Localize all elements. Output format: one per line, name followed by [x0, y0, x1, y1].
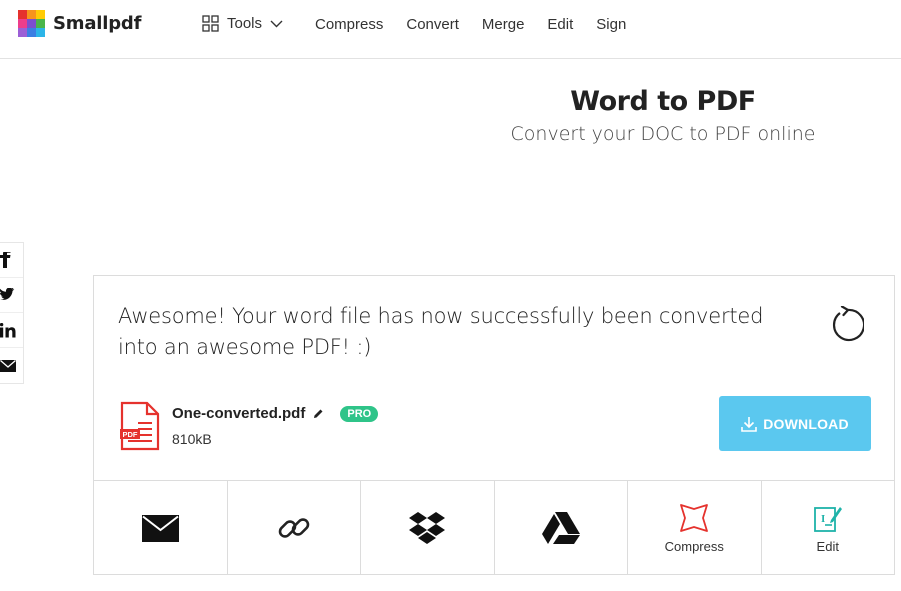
share-twitter-button[interactable] — [0, 278, 23, 313]
smallpdf-logo-icon — [18, 10, 45, 37]
nav-merge[interactable]: Merge — [482, 16, 525, 33]
page-subtitle: Convert your DOC to PDF online — [510, 123, 816, 145]
google-drive-icon — [541, 512, 580, 544]
nav-convert[interactable]: Convert — [406, 16, 459, 33]
download-button[interactable]: DOWNLOAD — [719, 396, 871, 451]
nav-edit[interactable]: Edit — [547, 16, 573, 33]
edit-action[interactable]: I Edit — [762, 481, 895, 575]
download-label: DOWNLOAD — [763, 415, 849, 432]
success-message: Awesome! Your word file has now successf… — [118, 304, 764, 359]
share-linkedin-button[interactable] — [0, 313, 23, 348]
restart-icon[interactable] — [828, 306, 864, 342]
linkedin-icon — [0, 322, 16, 337]
dropbox-action[interactable] — [361, 481, 495, 575]
mail-icon — [0, 359, 16, 372]
file-name-row: One-converted.pdf PRO — [172, 405, 379, 422]
tools-label: Tools — [227, 15, 263, 32]
nav-compress[interactable]: Compress — [315, 16, 383, 33]
share-facebook-button[interactable] — [0, 243, 23, 278]
chevron-down-icon — [270, 20, 283, 27]
facebook-icon — [0, 252, 11, 268]
pdf-file-icon: PDF — [120, 401, 160, 451]
file-size: 810kB — [172, 431, 212, 447]
dropbox-icon — [409, 512, 446, 544]
edit-icon: I — [813, 506, 842, 532]
email-icon — [141, 514, 179, 542]
google-drive-action[interactable] — [495, 481, 628, 575]
pdf-badge-text: PDF — [123, 430, 138, 439]
link-icon — [278, 518, 310, 538]
email-action[interactable] — [94, 481, 228, 575]
tools-menu[interactable]: Tools — [202, 15, 283, 32]
pro-badge: PRO — [340, 405, 379, 422]
grid-icon — [202, 15, 219, 32]
svg-text:I: I — [821, 513, 825, 525]
edit-label: Edit — [816, 538, 839, 554]
social-share-bar — [0, 242, 24, 384]
nav-sign[interactable]: Sign — [596, 16, 626, 33]
top-header: Smallpdf Tools Compress Convert Merge Ed… — [0, 0, 901, 59]
compress-label: Compress — [664, 538, 724, 554]
compress-action[interactable]: Compress — [628, 481, 762, 575]
download-icon — [741, 416, 758, 432]
share-link-action[interactable] — [228, 481, 361, 575]
compress-icon — [680, 503, 709, 532]
rename-pencil-icon[interactable] — [313, 408, 324, 419]
smallpdf-logo[interactable]: Smallpdf — [18, 10, 141, 37]
brand-name: Smallpdf — [53, 13, 142, 34]
twitter-icon — [0, 288, 15, 300]
file-name: One-converted.pdf — [172, 405, 306, 422]
main-nav: Compress Convert Merge Edit Sign — [315, 16, 626, 33]
share-mail-button[interactable] — [0, 348, 23, 383]
page-title: Word to PDF — [570, 86, 756, 117]
action-bar: Compress I Edit — [94, 480, 894, 575]
result-card: Awesome! Your word file has now successf… — [93, 275, 895, 575]
